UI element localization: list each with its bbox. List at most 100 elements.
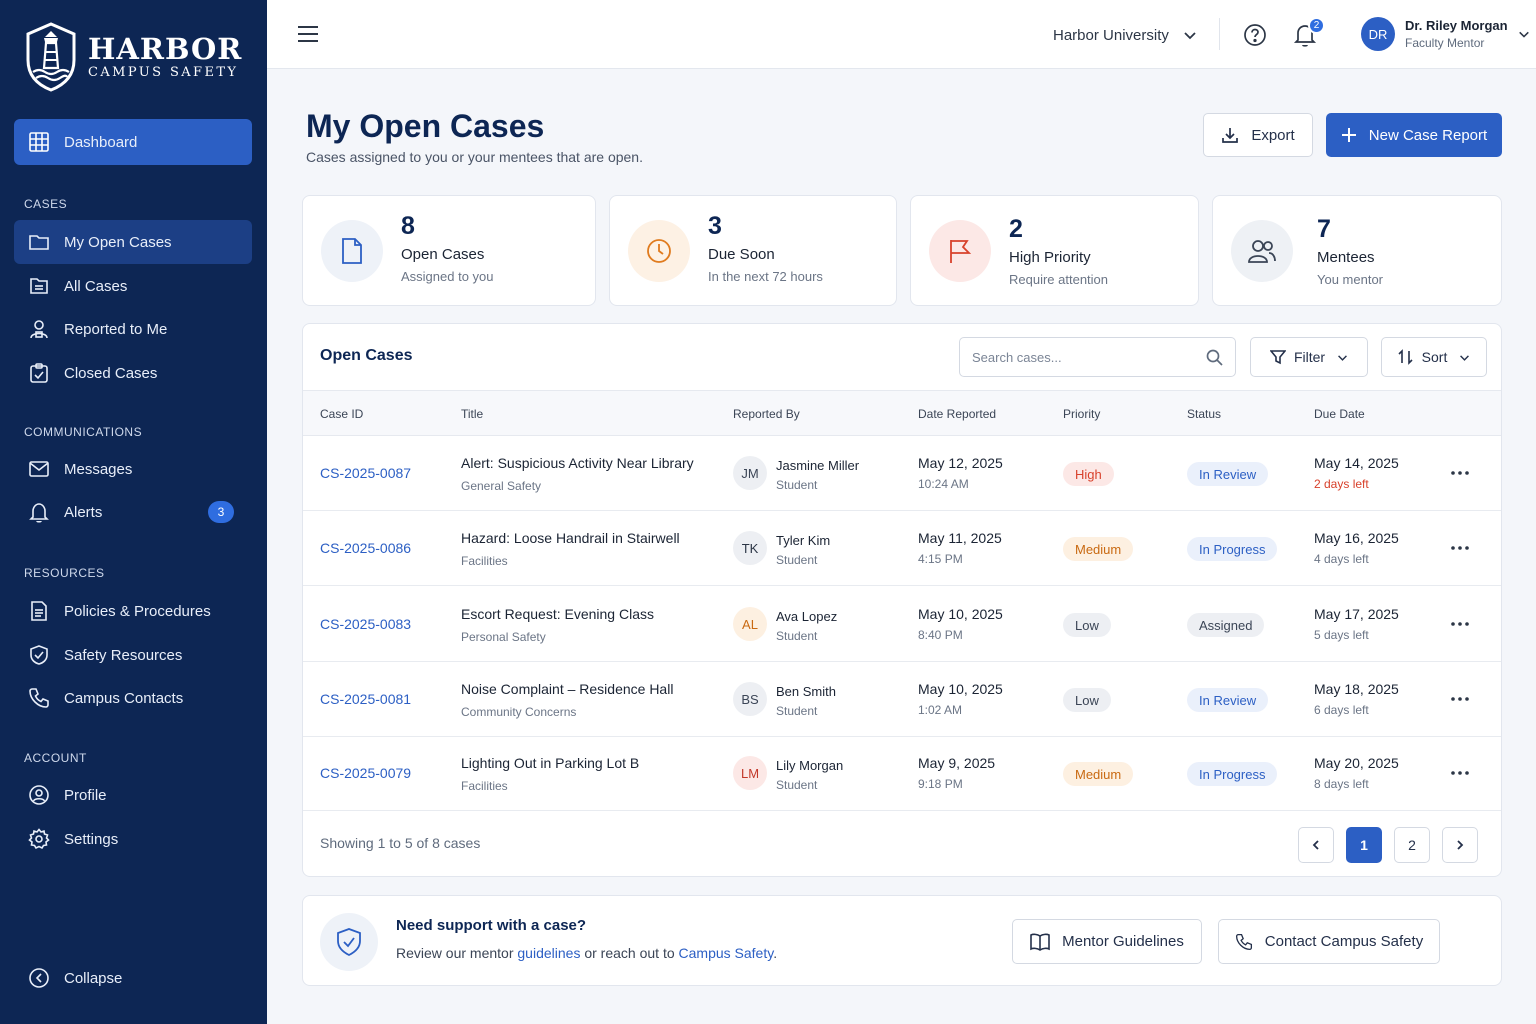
sidebar-item-alerts[interactable]: Alerts 3 — [14, 490, 252, 534]
due-date: May 14, 2025 — [1314, 455, 1399, 471]
priority-badge: Medium — [1063, 762, 1134, 786]
sort-button[interactable]: Sort — [1381, 337, 1487, 377]
topbar: Harbor University 2 DR Dr. Riley Morgan … — [267, 0, 1536, 69]
date-reported: May 12, 2025 — [918, 455, 1003, 471]
more-options-icon[interactable] — [1449, 617, 1471, 631]
sidebar-item-profile[interactable]: Profile — [14, 773, 252, 817]
help-icon[interactable] — [1243, 23, 1267, 47]
sidebar-item-closed-cases[interactable]: Closed Cases — [14, 351, 252, 395]
time-reported: 8:40 PM — [918, 628, 963, 642]
brand-subtitle: CAMPUS SAFETY — [88, 65, 239, 80]
export-button[interactable]: Export — [1203, 113, 1313, 157]
phone-icon — [1235, 933, 1252, 950]
reporter-avatar: JM — [733, 456, 767, 490]
case-id-link[interactable]: CS-2025-0083 — [320, 616, 411, 632]
shield-check-icon — [320, 913, 378, 971]
stat-card-open-cases[interactable]: 8 Open Cases Assigned to you — [302, 195, 596, 306]
time-reported: 10:24 AM — [918, 477, 969, 491]
column-header[interactable]: Title — [461, 407, 483, 421]
search-box[interactable] — [959, 337, 1236, 377]
brand-logo[interactable]: HARBOR CAMPUS SAFETY — [24, 22, 242, 92]
clock-icon — [628, 220, 690, 282]
sidebar-item-campus-contacts[interactable]: Campus Contacts — [14, 676, 252, 720]
reporter-name: Ava Lopez — [776, 609, 838, 624]
pagination-next-button[interactable] — [1442, 827, 1478, 863]
pagination-page-2[interactable]: 2 — [1394, 827, 1430, 863]
pagination-prev-button[interactable] — [1298, 827, 1334, 863]
filter-label: Filter — [1293, 349, 1326, 365]
user-report-icon — [30, 320, 48, 339]
sidebar-item-settings[interactable]: Settings — [14, 817, 252, 861]
due-date: May 18, 2025 — [1314, 681, 1399, 697]
days-left: 6 days left — [1314, 703, 1369, 717]
chevron-left-circle-icon — [29, 968, 49, 988]
case-category: Personal Safety — [461, 630, 546, 644]
column-header[interactable]: Reported By — [733, 407, 800, 421]
due-date: May 20, 2025 — [1314, 755, 1399, 771]
more-options-icon[interactable] — [1449, 466, 1471, 480]
reporter-role: Student — [776, 704, 818, 718]
campus-safety-link[interactable]: Campus Safety — [679, 945, 774, 961]
user-name: Dr. Riley Morgan — [1405, 18, 1508, 33]
sidebar-collapse-button[interactable]: Collapse — [14, 956, 252, 1000]
more-options-icon[interactable] — [1449, 766, 1471, 780]
search-input[interactable] — [972, 347, 1192, 367]
column-header[interactable]: Date Reported — [918, 407, 996, 421]
user-menu[interactable]: DR Dr. Riley Morgan Faculty Mentor — [1361, 17, 1530, 51]
guidelines-link[interactable]: guidelines — [517, 945, 580, 961]
sidebar-item-safety-resources[interactable]: Safety Resources — [14, 633, 252, 677]
sidebar-item-dashboard[interactable]: Dashboard — [14, 119, 252, 165]
stat-value: 3 — [708, 212, 722, 240]
menu-icon[interactable] — [297, 24, 319, 44]
sidebar-item-policies[interactable]: Policies & Procedures — [14, 589, 252, 633]
case-category: Community Concerns — [461, 705, 577, 719]
section-cases: CASES — [24, 197, 68, 211]
column-header[interactable]: Status — [1187, 407, 1221, 421]
column-header[interactable]: Case ID — [320, 407, 363, 421]
reporter-name: Jasmine Miller — [776, 458, 860, 473]
support-text-part: . — [773, 945, 778, 961]
plus-icon — [1341, 128, 1356, 142]
case-title[interactable]: Noise Complaint – Residence Hall — [461, 681, 673, 697]
table-row[interactable]: CS-2025-0079 Lighting Out in Parking Lot … — [303, 736, 1501, 811]
gear-icon — [28, 828, 50, 850]
stat-card-due-soon[interactable]: 3 Due Soon In the next 72 hours — [609, 195, 897, 306]
sidebar-item-all-cases[interactable]: All Cases — [14, 264, 252, 308]
filter-button[interactable]: Filter — [1250, 337, 1368, 377]
case-title[interactable]: Hazard: Loose Handrail in Stairwell — [461, 530, 680, 546]
pagination-summary: Showing 1 to 5 of 8 cases — [320, 835, 481, 851]
case-title[interactable]: Alert: Suspicious Activity Near Library — [461, 455, 694, 471]
table-row[interactable]: CS-2025-0087 Alert: Suspicious Activity N… — [303, 436, 1501, 511]
contact-campus-safety-button[interactable]: Contact Campus Safety — [1218, 919, 1440, 964]
table-row[interactable]: CS-2025-0086 Hazard: Loose Handrail in St… — [303, 511, 1501, 586]
table-row[interactable]: CS-2025-0083 Escort Request: Evening Clas… — [303, 587, 1501, 662]
new-case-report-button[interactable]: New Case Report — [1326, 113, 1502, 157]
case-id-link[interactable]: CS-2025-0079 — [320, 765, 411, 781]
column-header[interactable]: Priority — [1063, 407, 1100, 421]
stat-value: 2 — [1009, 215, 1023, 243]
pagination-page-1[interactable]: 1 — [1346, 827, 1382, 863]
sort-icon — [1398, 349, 1413, 365]
case-title[interactable]: Escort Request: Evening Class — [461, 606, 654, 622]
sidebar-item-messages[interactable]: Messages — [14, 447, 252, 491]
chevron-left-icon — [1312, 840, 1319, 850]
case-id-link[interactable]: CS-2025-0086 — [320, 540, 411, 556]
reporter-avatar: LM — [733, 756, 767, 790]
mentor-guidelines-button[interactable]: Mentor Guidelines — [1012, 919, 1202, 964]
column-header[interactable]: Due Date — [1314, 407, 1365, 421]
case-title[interactable]: Lighting Out in Parking Lot B — [461, 755, 639, 771]
more-options-icon[interactable] — [1449, 541, 1471, 555]
table-row[interactable]: CS-2025-0081 Noise Complaint – Residence … — [303, 662, 1501, 737]
mail-icon — [29, 461, 49, 477]
sidebar-item-reported-to-me[interactable]: Reported to Me — [14, 307, 252, 351]
sidebar-item-my-open-cases[interactable]: My Open Cases — [14, 220, 252, 264]
button-label: Contact Campus Safety — [1264, 933, 1424, 950]
sidebar-item-label: All Cases — [64, 277, 128, 295]
stat-card-high-priority[interactable]: 2 High Priority Require attention — [910, 195, 1199, 306]
stat-card-mentees[interactable]: 7 Mentees You mentor — [1212, 195, 1502, 306]
more-options-icon[interactable] — [1449, 692, 1471, 706]
university-select[interactable]: Harbor University — [1053, 22, 1197, 48]
case-id-link[interactable]: CS-2025-0081 — [320, 691, 411, 707]
case-id-link[interactable]: CS-2025-0087 — [320, 465, 411, 481]
stat-label: Open Cases — [401, 246, 485, 263]
